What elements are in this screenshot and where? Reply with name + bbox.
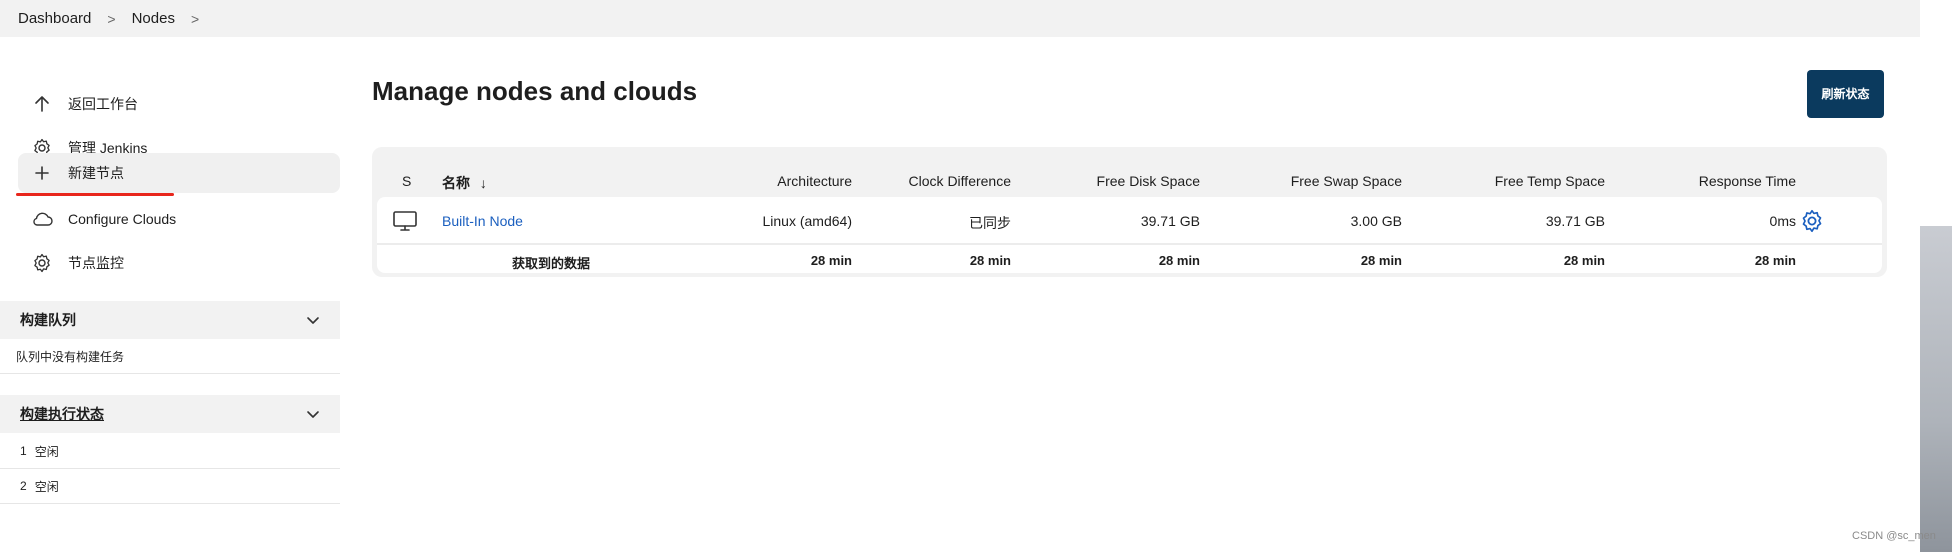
footer-clock: 28 min [969,253,1011,268]
row-divider [377,243,1882,245]
cell-architecture: Linux (amd64) [762,213,853,229]
cell-response: 0ms [1769,213,1796,229]
column-header-name-label: 名称 [442,175,470,191]
page-title: Manage nodes and clouds [372,76,698,106]
footer-architecture: 28 min [810,253,852,268]
task-configure-clouds[interactable]: Configure Clouds [18,199,340,239]
cell-temp: 39.71 GB [1545,213,1605,229]
build-queue-empty-text: 队列中没有构建任务 [16,349,125,364]
plus-icon [30,161,54,185]
executor-status: 空闲 [34,444,59,459]
executor-row: 1 空闲 [0,434,340,469]
task-label: 节点监控 [68,255,124,271]
nodes-table: S 名称 ↓ Architecture Clock Difference Fre… [372,147,1887,277]
node-name-link[interactable]: Built-In Node [442,213,523,229]
task-label: Configure Clouds [68,211,177,227]
task-new-node[interactable]: 新建节点 [18,153,340,193]
refresh-status-button[interactable]: 刷新状态 [1807,70,1884,118]
footer-label: 获取到的数据 [512,256,591,271]
breadcrumb-separator[interactable]: > [107,11,115,27]
task-node-monitoring[interactable]: 节点监控 [18,243,340,283]
column-header-clock[interactable]: Clock Difference [852,173,1011,189]
column-header-architecture[interactable]: Architecture [692,173,852,189]
chevron-down-icon[interactable] [306,313,320,327]
background-image-strip [1920,226,1952,552]
sort-arrow-icon: ↓ [479,175,487,191]
cell-swap: 3.00 GB [1350,213,1402,229]
executors-title[interactable]: 构建执行状态 [20,404,104,424]
breadcrumb-nodes[interactable]: Nodes [132,10,175,27]
build-queue-header[interactable]: 构建队列 [0,301,340,339]
breadcrumb: Dashboard > Nodes > [0,0,1920,37]
executor-number: 2 [20,479,27,493]
cloud-icon [30,207,54,231]
chevron-down-icon[interactable] [306,407,320,421]
breadcrumb-separator[interactable]: > [191,11,199,27]
sidebar: 返回工作台 管理 Jenkins 新建节点 Configure Clouds 节… [0,37,340,552]
executor-number: 1 [20,444,27,458]
task-label: 新建节点 [68,165,124,181]
footer-temp: 28 min [1563,253,1605,268]
breadcrumb-dashboard[interactable]: Dashboard [18,10,91,27]
executor-status: 空闲 [34,479,59,494]
column-header-status[interactable]: S [402,173,411,189]
settings-gear-icon[interactable] [1800,209,1824,236]
watermark: CSDN @sc_men [1852,530,1936,542]
footer-disk: 28 min [1158,253,1200,268]
column-header-swap[interactable]: Free Swap Space [1202,173,1402,189]
executors-header[interactable]: 构建执行状态 [0,395,340,433]
arrow-up-icon [30,92,54,116]
build-queue-empty: 队列中没有构建任务 [0,339,340,374]
gear-icon [30,251,54,275]
cell-disk: 39.71 GB [1140,213,1200,229]
column-header-name[interactable]: 名称 ↓ [442,173,487,193]
executor-row: 2 空闲 [0,469,340,504]
computer-icon [392,210,418,235]
footer-response: 28 min [1754,253,1796,268]
task-label: 返回工作台 [68,96,138,112]
build-queue-title: 构建队列 [20,312,76,328]
cell-clock: 已同步 [969,215,1011,231]
selected-indicator [16,193,174,196]
task-back-to-dashboard[interactable]: 返回工作台 [18,84,340,124]
column-header-temp[interactable]: Free Temp Space [1402,173,1605,189]
column-header-response[interactable]: Response Time [1612,173,1796,189]
footer-swap: 28 min [1360,253,1402,268]
column-header-disk[interactable]: Free Disk Space [1022,173,1200,189]
